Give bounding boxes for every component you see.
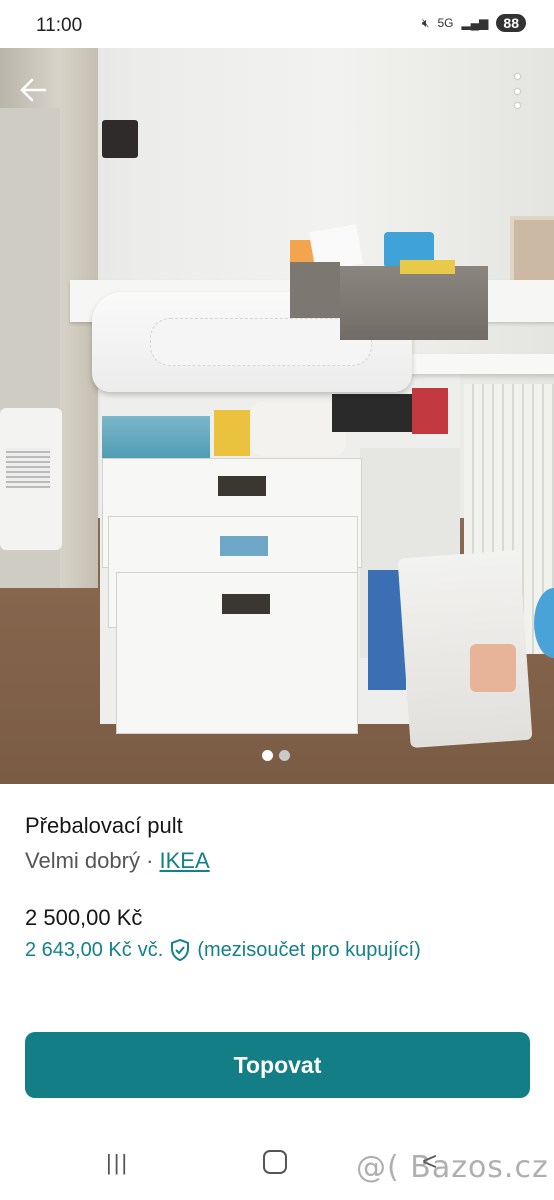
network-type: 5G	[437, 16, 454, 30]
gallery-indicator	[262, 750, 290, 761]
photo-baby-picture	[470, 644, 516, 692]
photo-diaper-pack	[102, 416, 210, 462]
photo-red-box	[412, 388, 448, 434]
photo-basket-small	[290, 262, 340, 318]
photo-yellow-pack	[214, 410, 250, 456]
battery-level: 88	[496, 14, 526, 32]
bazos-watermark: @( Bazos.cz	[356, 1150, 549, 1185]
photo-handle-top	[218, 476, 266, 496]
recent-apps-icon[interactable]: |||	[106, 1150, 129, 1176]
home-icon[interactable]	[263, 1150, 287, 1174]
status-icons: 🔇︎ 5G ▂▄▆ 88	[422, 14, 526, 32]
brand-link[interactable]: IKEA	[160, 848, 210, 873]
buyer-price: 2 643,00 Kč	[25, 938, 132, 961]
photo-light-switch	[102, 120, 138, 158]
listing-title: Přebalovací pult	[25, 813, 183, 838]
gallery-dot-1[interactable]	[262, 750, 273, 761]
signal-icon: ▂▄▆	[461, 16, 489, 30]
status-time: 11:00	[36, 15, 83, 36]
meta-separator: ·	[139, 848, 160, 873]
buyer-price-row: 2 643,00 Kč vč. (mezisoučet pro kupující…	[25, 938, 421, 962]
back-arrow-icon[interactable]	[18, 76, 48, 109]
shield-check-icon[interactable]	[169, 938, 191, 962]
buyer-price-note: (mezisoučet pro kupující)	[197, 938, 421, 961]
listing-price: 2 500,00 Kč	[25, 905, 143, 930]
photo-basket-large	[340, 266, 488, 340]
photo-mat-pattern	[150, 318, 372, 366]
mute-icon: 🔇︎	[421, 15, 430, 30]
topovat-button[interactable]: Topovat	[25, 1032, 530, 1098]
photo-dark-box	[332, 394, 412, 432]
gallery-dot-2[interactable]	[279, 750, 290, 761]
photo-handle-bottom	[222, 594, 270, 614]
condition-label: Velmi dobrý	[25, 848, 140, 873]
status-bar: 11:00 🔇︎ 5G ▂▄▆ 88	[0, 0, 554, 48]
more-vert-icon[interactable]	[512, 74, 522, 108]
photo-handle-middle	[220, 536, 268, 556]
photo-yellow-box	[400, 260, 455, 274]
listing-meta: Velmi dobrý · IKEA	[25, 848, 210, 874]
buyer-price-suffix: vč.	[137, 938, 164, 961]
photo-humidifier	[0, 408, 62, 550]
listing-photo[interactable]	[0, 48, 554, 784]
